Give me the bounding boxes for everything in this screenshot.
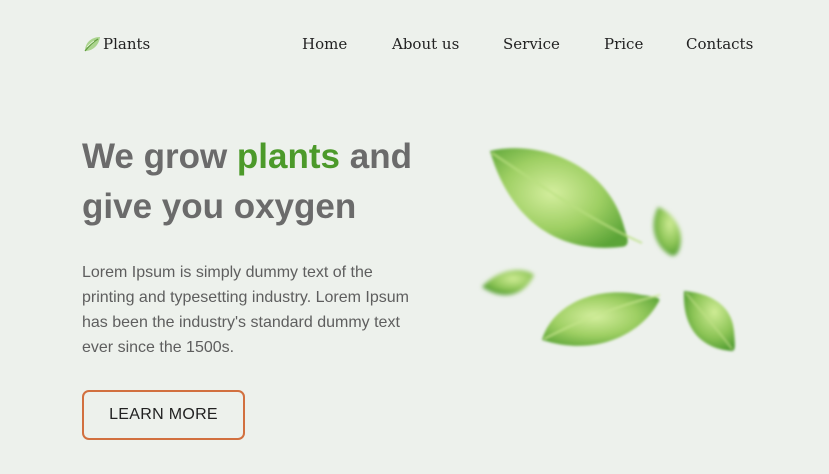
- leaf-right: [683, 291, 735, 351]
- nav-home[interactable]: Home: [302, 35, 347, 53]
- hero-title-accent: plants: [236, 137, 340, 176]
- hero-title-part1: We grow: [82, 137, 237, 176]
- nav-contacts[interactable]: Contacts: [686, 35, 753, 53]
- leaf-small-upper: [653, 207, 681, 256]
- nav-about-us[interactable]: About us: [392, 35, 459, 53]
- leaf-large: [490, 148, 643, 248]
- hero-title: We grow plants and give you oxygen: [82, 132, 482, 232]
- leaf-small-left: [482, 270, 534, 296]
- leaf-bottom-middle: [542, 292, 661, 346]
- hero-description: Lorem Ipsum is simply dummy text of the …: [82, 264, 409, 356]
- falling-leaves-image: [470, 135, 750, 375]
- main-nav: Home About us Service Price Contacts: [0, 35, 829, 57]
- learn-more-button[interactable]: LEARN MORE: [82, 390, 245, 440]
- site-header: Plants Home About us Service Price Conta…: [0, 0, 829, 90]
- nav-price[interactable]: Price: [604, 35, 643, 53]
- nav-service[interactable]: Service: [503, 35, 560, 53]
